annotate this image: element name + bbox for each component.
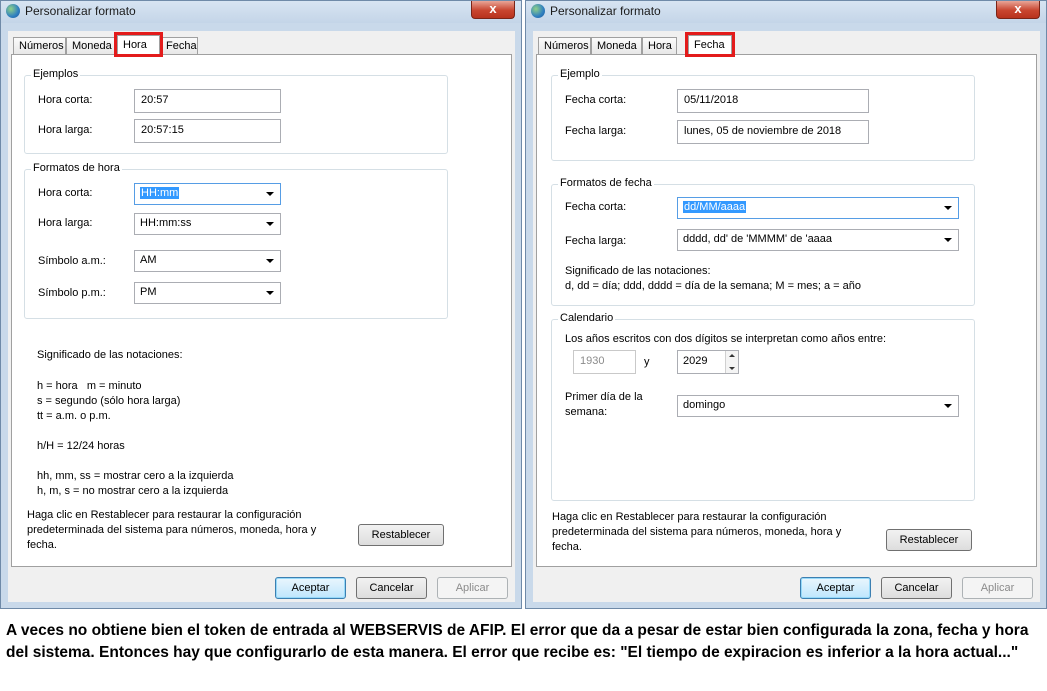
chevron-down-icon bbox=[944, 238, 952, 242]
title-bar[interactable]: Personalizar formato x bbox=[526, 1, 1046, 23]
chevron-down-icon bbox=[266, 222, 274, 226]
highlight-box bbox=[685, 32, 735, 57]
reset-description: Haga clic en Restablecer para restaurar … bbox=[552, 511, 842, 553]
tab-fecha[interactable]: Fecha bbox=[160, 37, 198, 55]
tab-moneda[interactable]: Moneda bbox=[591, 37, 642, 55]
short-time-label: Hora corta: bbox=[38, 94, 93, 106]
tab-hora[interactable]: Hora bbox=[642, 37, 677, 55]
first-day-value: domingo bbox=[683, 399, 726, 411]
first-day-label: Primer día de la semana: bbox=[565, 391, 643, 418]
pm-symbol-combo[interactable]: PM bbox=[134, 282, 281, 304]
window-title: Personalizar formato bbox=[25, 4, 136, 18]
short-date-label: Fecha corta: bbox=[565, 94, 627, 106]
close-button[interactable]: x bbox=[996, 1, 1040, 19]
globe-icon bbox=[531, 4, 545, 18]
examples-group-title: Ejemplos bbox=[31, 68, 81, 80]
chevron-down-icon bbox=[944, 404, 952, 408]
date-notation-line: d, dd = día; ddd, dddd = día de la seman… bbox=[565, 280, 861, 292]
notation-lines: h = hora m = minuto s = segundo (sólo ho… bbox=[37, 380, 234, 497]
highlight-box bbox=[114, 32, 163, 57]
short-time-format-combo[interactable]: HH:mm bbox=[134, 183, 281, 205]
cancel-button[interactable]: Cancelar bbox=[881, 577, 952, 599]
two-digit-year-description: Los años escritos con dos dígitos se int… bbox=[565, 333, 887, 345]
from-year-field: 1930 bbox=[573, 350, 636, 374]
long-time-example: 20:57:15 bbox=[134, 119, 281, 143]
customize-format-dialog-time: Personalizar formato x Números Moneda Ho… bbox=[0, 0, 522, 609]
long-date-format-value: dddd, dd' de 'MMMM' de 'aaaa bbox=[683, 233, 833, 245]
short-time-example: 20:57 bbox=[134, 89, 281, 113]
chevron-down-icon bbox=[266, 192, 274, 196]
examples-group: Ejemplo Fecha corta: 05/11/2018 Fecha la… bbox=[551, 68, 975, 161]
short-date-example: 05/11/2018 bbox=[677, 89, 869, 113]
customize-format-dialog-date: Personalizar formato x Números Moneda Ho… bbox=[525, 0, 1047, 609]
tab-panel-hora: Ejemplos Hora corta: 20:57 Hora larga: 2… bbox=[11, 54, 512, 567]
calendar-group: Calendario Los años escritos con dos díg… bbox=[551, 312, 975, 501]
ok-button[interactable]: Aceptar bbox=[275, 577, 346, 599]
long-time-format-combo[interactable]: HH:mm:ss bbox=[134, 213, 281, 235]
chevron-down-icon bbox=[266, 291, 274, 295]
and-label: y bbox=[644, 356, 650, 368]
reset-button[interactable]: Restablecer bbox=[358, 524, 444, 546]
dialog-client: Números Moneda Hora Fecha Ejemplos Hora … bbox=[8, 31, 515, 602]
short-date-format-value: dd/MM/aaaa bbox=[683, 201, 747, 213]
short-time-format-label: Hora corta: bbox=[38, 187, 93, 199]
calendar-group-title: Calendario bbox=[558, 312, 616, 324]
tab-numeros[interactable]: Números bbox=[13, 37, 66, 55]
close-button[interactable]: x bbox=[471, 1, 515, 19]
long-time-format-value: HH:mm:ss bbox=[140, 217, 192, 229]
title-bar[interactable]: Personalizar formato x bbox=[1, 1, 521, 23]
long-date-example: lunes, 05 de noviembre de 2018 bbox=[677, 120, 869, 144]
to-year-value: 2029 bbox=[683, 355, 708, 367]
date-formats-group: Formatos de fecha Fecha corta: dd/MM/aaa… bbox=[551, 177, 975, 306]
dialog-client: Números Moneda Hora Fecha Ejemplo Fecha … bbox=[533, 31, 1040, 602]
tab-fecha[interactable]: Fecha bbox=[685, 32, 735, 57]
short-date-format-label: Fecha corta: bbox=[565, 201, 627, 213]
spin-arrows-icon[interactable] bbox=[725, 351, 738, 373]
long-date-format-combo[interactable]: dddd, dd' de 'MMMM' de 'aaaa bbox=[677, 229, 959, 251]
pm-symbol-label: Símbolo p.m.: bbox=[38, 287, 106, 299]
long-date-format-label: Fecha larga: bbox=[565, 235, 627, 247]
ok-button[interactable]: Aceptar bbox=[800, 577, 871, 599]
chevron-down-icon bbox=[266, 259, 274, 263]
to-year-stepper[interactable]: 2029 bbox=[677, 350, 739, 374]
long-date-label: Fecha larga: bbox=[565, 125, 627, 137]
tab-hora[interactable]: Hora bbox=[114, 32, 163, 57]
globe-icon bbox=[6, 4, 20, 18]
time-formats-group: Formatos de hora Hora corta: HH:mm Hora … bbox=[24, 162, 448, 319]
short-time-format-value: HH:mm bbox=[140, 187, 180, 199]
reset-description: Haga clic en Restablecer para restaurar … bbox=[27, 509, 317, 551]
short-date-format-combo[interactable]: dd/MM/aaaa bbox=[677, 197, 959, 219]
apply-button[interactable]: Aplicar bbox=[437, 577, 508, 599]
tab-numeros[interactable]: Números bbox=[538, 37, 591, 55]
pm-symbol-value: PM bbox=[140, 286, 157, 298]
tab-moneda[interactable]: Moneda bbox=[66, 37, 117, 55]
chevron-down-icon bbox=[944, 206, 952, 210]
examples-group: Ejemplos Hora corta: 20:57 Hora larga: 2… bbox=[24, 68, 448, 154]
first-day-combo[interactable]: domingo bbox=[677, 395, 959, 417]
am-symbol-combo[interactable]: AM bbox=[134, 250, 281, 272]
date-notation-title: Significado de las notaciones: bbox=[565, 265, 711, 277]
caption-text: A veces no obtiene bien el token de entr… bbox=[6, 622, 1029, 661]
reset-button[interactable]: Restablecer bbox=[886, 529, 972, 551]
long-time-label: Hora larga: bbox=[38, 124, 93, 136]
cancel-button[interactable]: Cancelar bbox=[356, 577, 427, 599]
time-formats-group-title: Formatos de hora bbox=[31, 162, 122, 174]
long-time-format-label: Hora larga: bbox=[38, 217, 93, 229]
tab-panel-fecha: Ejemplo Fecha corta: 05/11/2018 Fecha la… bbox=[536, 54, 1037, 567]
apply-button[interactable]: Aplicar bbox=[962, 577, 1033, 599]
examples-group-title: Ejemplo bbox=[558, 68, 602, 80]
notation-title: Significado de las notaciones: bbox=[37, 349, 183, 361]
date-formats-group-title: Formatos de fecha bbox=[558, 177, 654, 189]
am-symbol-label: Símbolo a.m.: bbox=[38, 255, 106, 267]
am-symbol-value: AM bbox=[140, 254, 157, 266]
window-title: Personalizar formato bbox=[550, 4, 661, 18]
